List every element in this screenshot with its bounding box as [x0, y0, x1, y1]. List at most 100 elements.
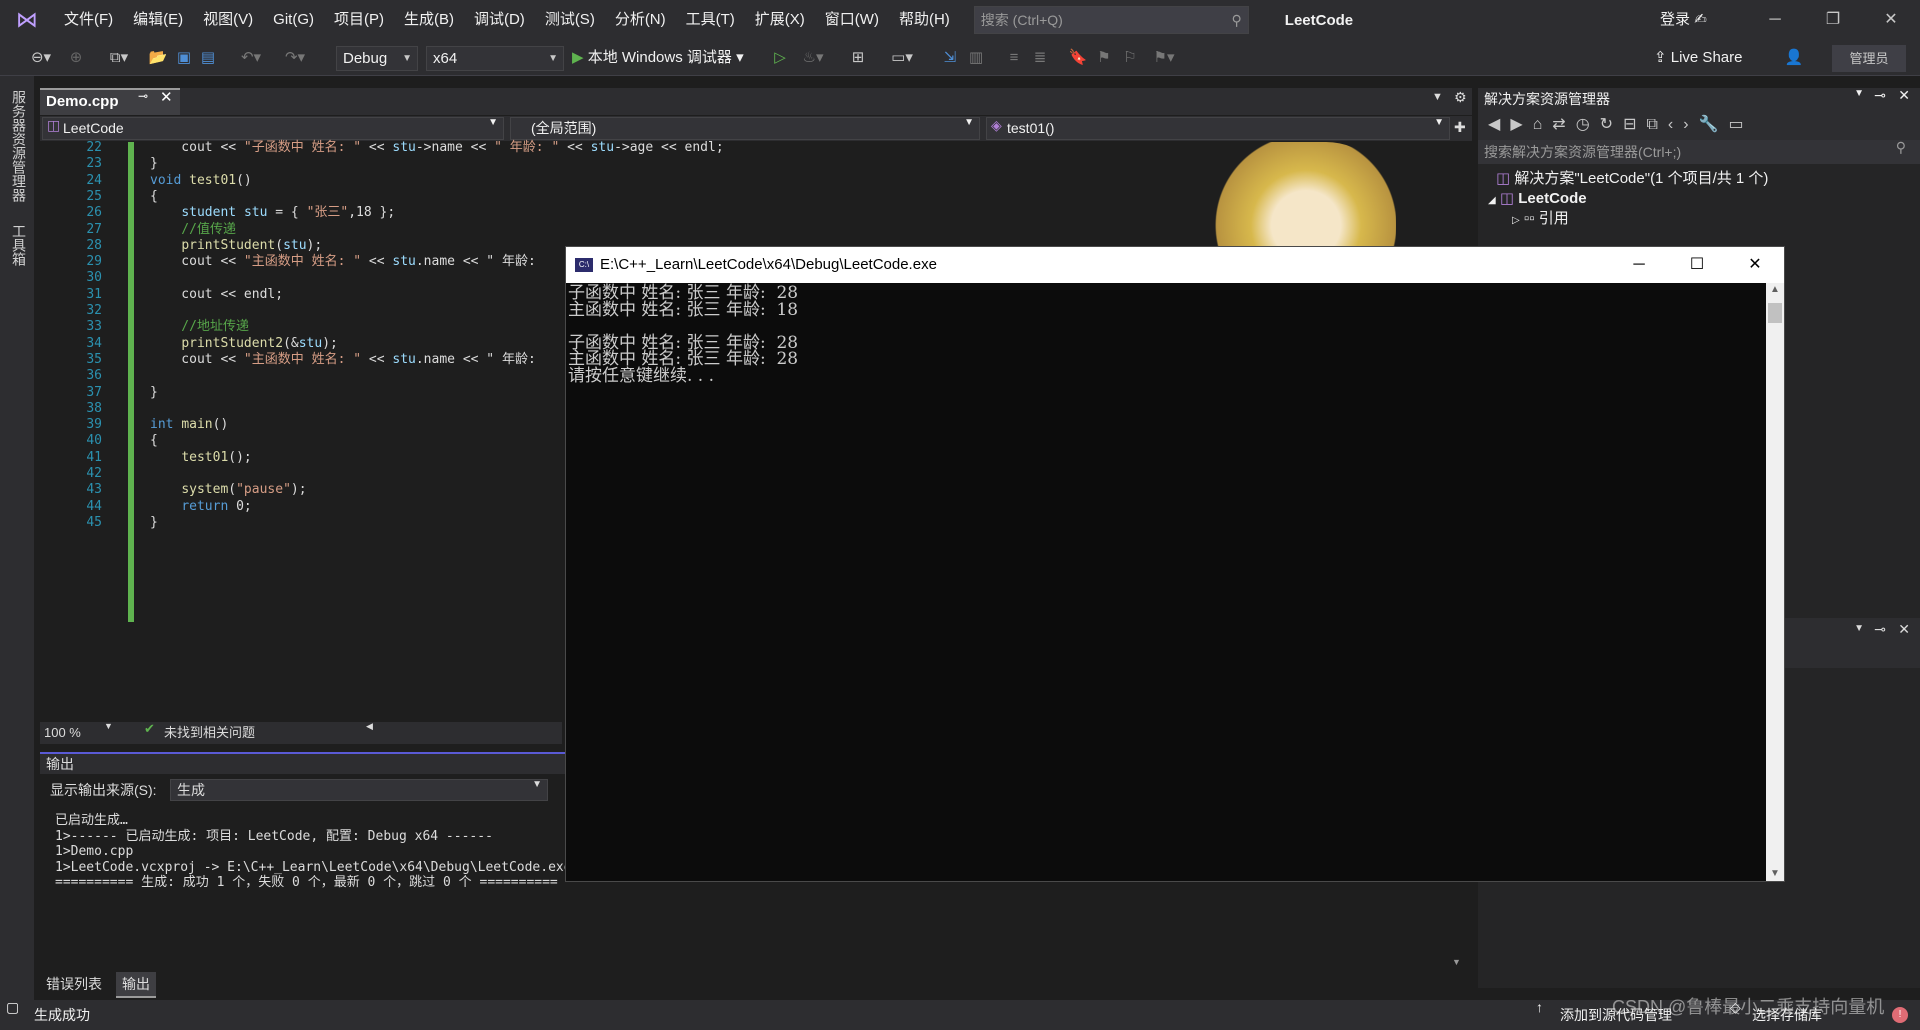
pin-icon[interactable]: ⊸: [1874, 622, 1886, 636]
chevron-down-icon[interactable]: ▼: [104, 722, 113, 731]
scroll-down-icon[interactable]: ▼: [1452, 958, 1461, 967]
function-nav-combo[interactable]: ◈ test01() ▼: [986, 117, 1450, 140]
config-combo[interactable]: Debug ▼: [336, 46, 418, 71]
menu-item[interactable]: 扩展(X): [745, 0, 815, 40]
step-icon[interactable]: ⇲: [940, 46, 960, 70]
search-input[interactable]: 搜索 (Ctrl+Q) ⚲: [973, 6, 1249, 34]
menu-item[interactable]: 文件(F): [54, 0, 123, 40]
menu-item[interactable]: 窗口(W): [815, 0, 889, 40]
collapse-icon[interactable]: ▷: [1512, 216, 1520, 226]
new-project-icon[interactable]: ⧉▾: [104, 46, 134, 70]
feedback-icon[interactable]: ✍: [1694, 12, 1707, 27]
code-line[interactable]: }: [150, 383, 158, 403]
menu-item[interactable]: 编辑(E): [123, 0, 193, 40]
home-icon[interactable]: ⌂: [1533, 117, 1553, 133]
scope-nav-combo[interactable]: (全局范围) ▼: [510, 117, 980, 140]
console-title-bar[interactable]: C:\ E:\C++_Learn\LeetCode\x64\Debug\Leet…: [566, 247, 1784, 283]
close-icon[interactable]: ✕: [1898, 622, 1910, 636]
save-icon[interactable]: ▣: [174, 46, 194, 70]
toolbox-tab[interactable]: 工具箱: [9, 224, 29, 266]
browse-icon[interactable]: ⊞: [848, 46, 868, 70]
account-icon[interactable]: 👤: [1782, 46, 1806, 70]
next-bookmark-icon[interactable]: ⚐: [1120, 46, 1140, 70]
pin-icon[interactable]: ⊸: [138, 90, 148, 102]
save-all-icon[interactable]: ▤: [198, 46, 218, 70]
switch-view-icon[interactable]: ⇄: [1552, 117, 1575, 133]
menu-item[interactable]: 视图(V): [193, 0, 263, 40]
tree-solution[interactable]: ◫ 解决方案"LeetCode"(1 个项目/共 1 个): [1496, 168, 1768, 190]
chevron-down-icon[interactable]: ▼: [1854, 89, 1864, 99]
menu-item[interactable]: Git(G): [263, 0, 324, 40]
comment-icon[interactable]: ≡: [1004, 46, 1024, 70]
hot-reload-icon[interactable]: ♨▾: [798, 46, 828, 70]
menu-item[interactable]: 工具(T): [676, 0, 745, 40]
restore-button[interactable]: ❐: [1804, 0, 1862, 40]
code-line[interactable]: cout << "主函数中 姓名: " << stu.name << " 年龄:: [150, 350, 535, 370]
clear-bookmarks-icon[interactable]: ⚑▾: [1146, 46, 1182, 70]
output-source-select[interactable]: 生成 ▼: [170, 779, 548, 801]
console-close-button[interactable]: ✕: [1726, 247, 1784, 283]
expand-icon[interactable]: ◢: [1488, 196, 1496, 206]
server-explorer-tab[interactable]: 服务器资源管理器: [9, 90, 29, 202]
split-icon[interactable]: ✚: [1454, 120, 1466, 134]
open-folder-icon[interactable]: 📂: [148, 46, 168, 70]
menu-item[interactable]: 调试(D): [464, 0, 535, 40]
close-button[interactable]: ✕: [1862, 0, 1920, 40]
tab-error-list[interactable]: 错误列表: [46, 972, 102, 996]
uncomment-icon[interactable]: ≣: [1030, 46, 1050, 70]
zoom-level[interactable]: 100 %: [44, 722, 81, 744]
scroll-down-icon[interactable]: ▼: [1770, 869, 1780, 879]
layout-icon[interactable]: ▭▾: [884, 46, 920, 70]
live-share-button[interactable]: ⇪ Live Share: [1654, 46, 1742, 70]
solution-search-input[interactable]: 搜索解决方案资源管理器(Ctrl+;) ⚲: [1478, 140, 1920, 164]
project-nav-combo[interactable]: ◫ LeetCode ▼: [42, 117, 504, 140]
menu-item[interactable]: 测试(S): [535, 0, 605, 40]
login-button[interactable]: 登录 ✍: [1660, 0, 1707, 40]
show-all-icon[interactable]: ⧉: [1646, 117, 1667, 133]
notification-bell-icon[interactable]: !: [1892, 1007, 1908, 1023]
code-line[interactable]: cout << endl;: [150, 285, 283, 305]
tab-demo-cpp[interactable]: Demo.cpp ⊸ ✕: [40, 88, 180, 115]
refresh-icon[interactable]: ↻: [1600, 117, 1623, 133]
console-window[interactable]: C:\ E:\C++_Learn\LeetCode\x64\Debug\Leet…: [565, 246, 1785, 882]
tab-output[interactable]: 输出: [116, 972, 156, 998]
preview-icon[interactable]: ▭: [1729, 117, 1754, 133]
minimize-button[interactable]: ─: [1746, 0, 1804, 40]
code-line[interactable]: }: [150, 513, 158, 533]
start-without-debug-icon[interactable]: ▷: [770, 46, 790, 70]
tree-project[interactable]: ◢ ◫ LeetCode: [1488, 188, 1587, 210]
code-line[interactable]: int main(): [150, 415, 228, 435]
run-debugger-button[interactable]: ▶ 本地 Windows 调试器 ▾: [572, 46, 768, 70]
platform-combo[interactable]: x64 ▼: [426, 46, 564, 71]
tree-references[interactable]: ▷ ▫▫ 引用: [1512, 208, 1569, 230]
chevron-down-icon[interactable]: ▼: [1854, 624, 1864, 634]
console-scrollbar[interactable]: ▲ ▼: [1766, 283, 1784, 881]
properties-icon[interactable]: 🔧: [1699, 117, 1729, 133]
console-minimize-button[interactable]: ─: [1610, 247, 1668, 283]
undo-icon[interactable]: ↶▾: [236, 46, 266, 70]
close-icon[interactable]: ✕: [1898, 88, 1910, 102]
code-line[interactable]: cout << "子函数中 姓名: " << stu->name << " 年龄…: [150, 138, 723, 158]
menu-item[interactable]: 项目(P): [324, 0, 394, 40]
collapse-icon[interactable]: ⊟: [1623, 117, 1646, 133]
close-icon[interactable]: ✕: [160, 90, 173, 105]
console-maximize-button[interactable]: ☐: [1668, 247, 1726, 283]
back-icon[interactable]: ◀: [1488, 117, 1510, 133]
prev-bookmark-icon[interactable]: ⚑: [1094, 46, 1114, 70]
pin-icon[interactable]: ⊸: [1874, 88, 1886, 102]
redo-icon[interactable]: ↷▾: [280, 46, 310, 70]
menu-item[interactable]: 生成(B): [394, 0, 464, 40]
code-line[interactable]: cout << "主函数中 姓名: " << stu.name << " 年龄:: [150, 252, 535, 272]
bookmark-icon[interactable]: 🔖: [1068, 46, 1088, 70]
settings-gear-icon[interactable]: ⚙: [1454, 90, 1467, 104]
scroll-up-icon[interactable]: ▲: [1770, 285, 1780, 295]
code-line[interactable]: test01();: [150, 448, 251, 468]
code-line[interactable]: void test01(): [150, 171, 252, 191]
breakpoint-icon[interactable]: ▥: [966, 46, 986, 70]
history-icon[interactable]: ◷: [1576, 117, 1600, 133]
menu-item[interactable]: 分析(N): [605, 0, 676, 40]
menu-item[interactable]: 帮助(H): [889, 0, 960, 40]
code-line[interactable]: return 0;: [150, 497, 251, 517]
scroll-thumb[interactable]: [1768, 303, 1782, 323]
tab-overflow-icon[interactable]: ▼: [1432, 92, 1443, 103]
